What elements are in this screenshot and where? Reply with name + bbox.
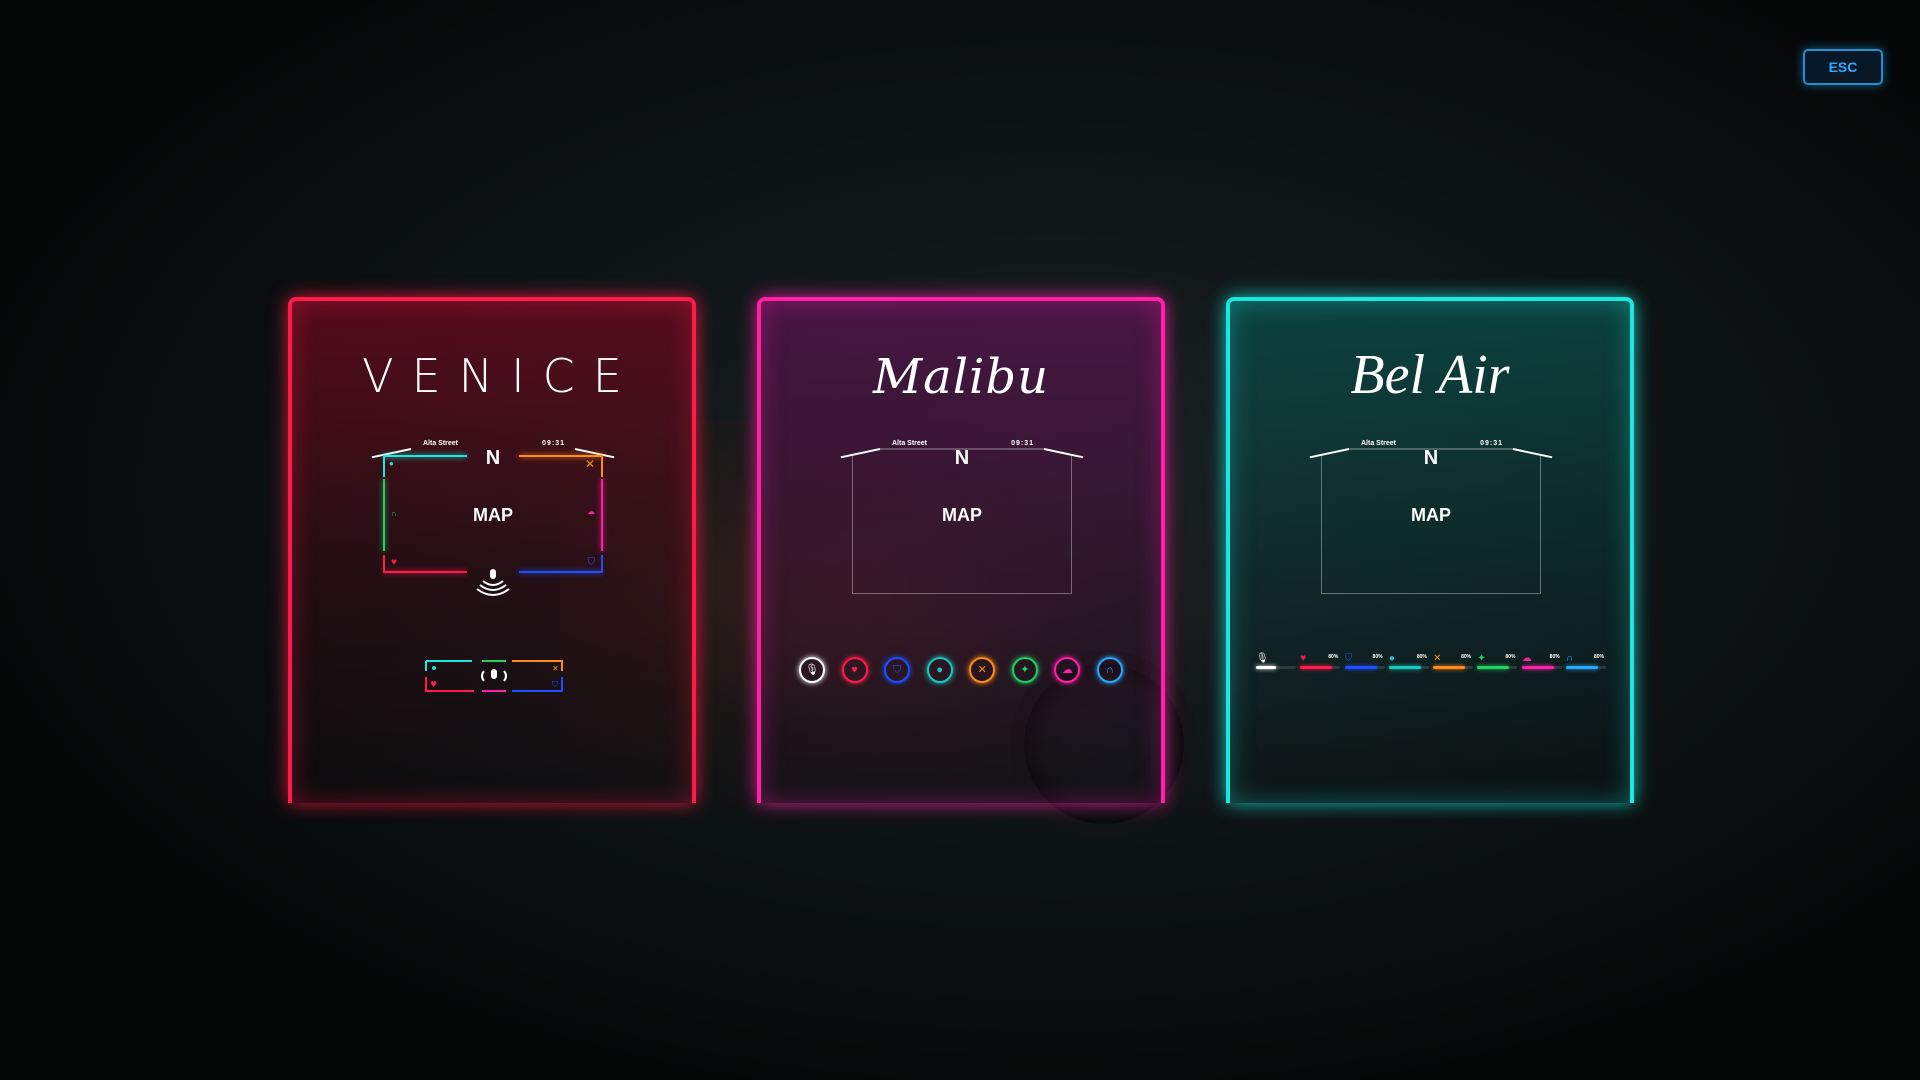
minimap-border-blue <box>519 571 603 573</box>
water-drop-icon: ● <box>389 459 394 468</box>
map-label: MAP <box>473 505 513 525</box>
card-title: VENICE <box>362 349 640 403</box>
esc-button[interactable]: ESC <box>1803 49 1883 85</box>
stamina-icon: ✦ <box>1011 657 1038 683</box>
stat-percent: 80% <box>1549 654 1560 660</box>
heart-icon: ♥ <box>1300 653 1307 664</box>
hud-style-card-malibu[interactable]: Malibu Alta Street 09:31 N MAP 🎙 ♥ ⛉ ● ✕ ✦ ☁ ∩ <box>757 297 1165 803</box>
stat-percent: 80% <box>1372 654 1383 660</box>
compact-status-frame: ✕ ♥ ⛉ <box>425 660 563 692</box>
stat-bar: 🎙 <box>1256 654 1296 670</box>
heart-icon: ♥ <box>841 657 868 683</box>
hunger-icon: ✕ <box>584 457 595 471</box>
stat-bar: ✦ 80% <box>1477 653 1518 670</box>
stat-bar: ✕ 80% <box>1433 653 1474 670</box>
armor-icon: ⛉ <box>1344 653 1353 664</box>
voice-icon <box>476 569 510 596</box>
stat-bar: ⛉ 80% <box>1344 653 1385 670</box>
stat-fill <box>1300 666 1333 669</box>
stat-fill <box>1433 666 1466 669</box>
card-title: Malibu <box>872 349 1050 405</box>
microphone-icon: 🎙 <box>1256 653 1269 664</box>
hud-style-card-venice[interactable]: VENICE Alta Street 09:31 N ● ✕ ∩ ☁ ♥ ⛉ M… <box>288 297 696 803</box>
stat-fill <box>1256 666 1276 669</box>
stamina-icon: ✦ <box>1477 653 1486 664</box>
stat-fill <box>1565 666 1598 669</box>
svg-text:✕: ✕ <box>552 664 559 673</box>
lungs-icon: ∩ <box>1096 657 1123 683</box>
stat-fill <box>1477 666 1510 669</box>
street-name: Alta Street <box>1361 440 1397 447</box>
stat-bar: ● 80% <box>1388 653 1429 670</box>
card-title: Bel Air <box>1350 344 1510 406</box>
status-bars-row: 🎙 ♥ 80% ⛉ 80% ● 80% ✕ 80% ✦ 80% ☁ 80% ∩ 80% <box>1256 654 1606 670</box>
minimap-preview: Alta Street 09:31 N ● ✕ ∩ ☁ ♥ ⛉ MAP <box>371 440 615 596</box>
street-name: Alta Street <box>892 440 928 447</box>
armor-icon: ⛉ <box>587 557 596 568</box>
minimap-preview: Alta Street 09:31 N MAP <box>1309 440 1553 595</box>
stat-bar: ♥ 80% <box>1300 653 1341 670</box>
microphone-icon: 🎙 <box>799 657 825 683</box>
water-drop-icon: ● <box>926 657 953 683</box>
stat-percent: 80% <box>1416 654 1427 660</box>
stat-percent: 80% <box>1328 654 1339 660</box>
svg-text:♥: ♥ <box>430 680 437 689</box>
stat-percent: 80% <box>1505 654 1516 660</box>
stat-percent: 80% <box>1461 654 1472 660</box>
clock-time: 09:31 <box>1011 440 1034 447</box>
hud-style-card-belair[interactable]: Bel Air Alta Street 09:31 N MAP 🎙 ♥ 80% ⛉ 80… <box>1226 297 1634 803</box>
stress-icon: ☁ <box>1521 653 1532 664</box>
lungs-icon: ∩ <box>1565 653 1574 664</box>
stat-percent: 80% <box>1593 654 1604 660</box>
stat-fill <box>1521 666 1554 669</box>
stat-bar: ∩ 80% <box>1565 653 1606 670</box>
status-icons-row: 🎙 ♥ ⛉ ● ✕ ✦ ☁ ∩ <box>799 657 1123 685</box>
minimap-border-blue-right <box>601 555 603 573</box>
water-drop-icon: ● <box>1388 653 1395 664</box>
heart-icon: ♥ <box>391 557 397 568</box>
stat-fill <box>1344 666 1377 669</box>
compass-north: N <box>485 447 501 469</box>
minimap-preview: Alta Street 09:31 N MAP <box>840 440 1084 595</box>
minimap-border-red-left <box>383 555 385 573</box>
stat-bar: ☁ 80% <box>1521 653 1562 670</box>
hunger-icon: ✕ <box>1433 653 1442 664</box>
minimap-border-red <box>383 571 467 573</box>
street-name: Alta Street <box>423 440 459 447</box>
minimap-border-cyan-left <box>383 455 385 477</box>
armor-icon: ⛉ <box>884 657 911 683</box>
stat-fill <box>1388 666 1421 669</box>
map-label: MAP <box>942 505 982 525</box>
map-label: MAP <box>1411 505 1451 525</box>
clock-time: 09:31 <box>542 440 565 447</box>
minimap-border-cyan <box>383 455 467 457</box>
stress-icon: ☁ <box>1054 657 1081 683</box>
minimap-border-orange-right <box>601 455 603 477</box>
clock-time: 09:31 <box>1480 440 1503 447</box>
hunger-icon: ✕ <box>969 657 996 683</box>
svg-text:⛉: ⛉ <box>552 680 558 689</box>
